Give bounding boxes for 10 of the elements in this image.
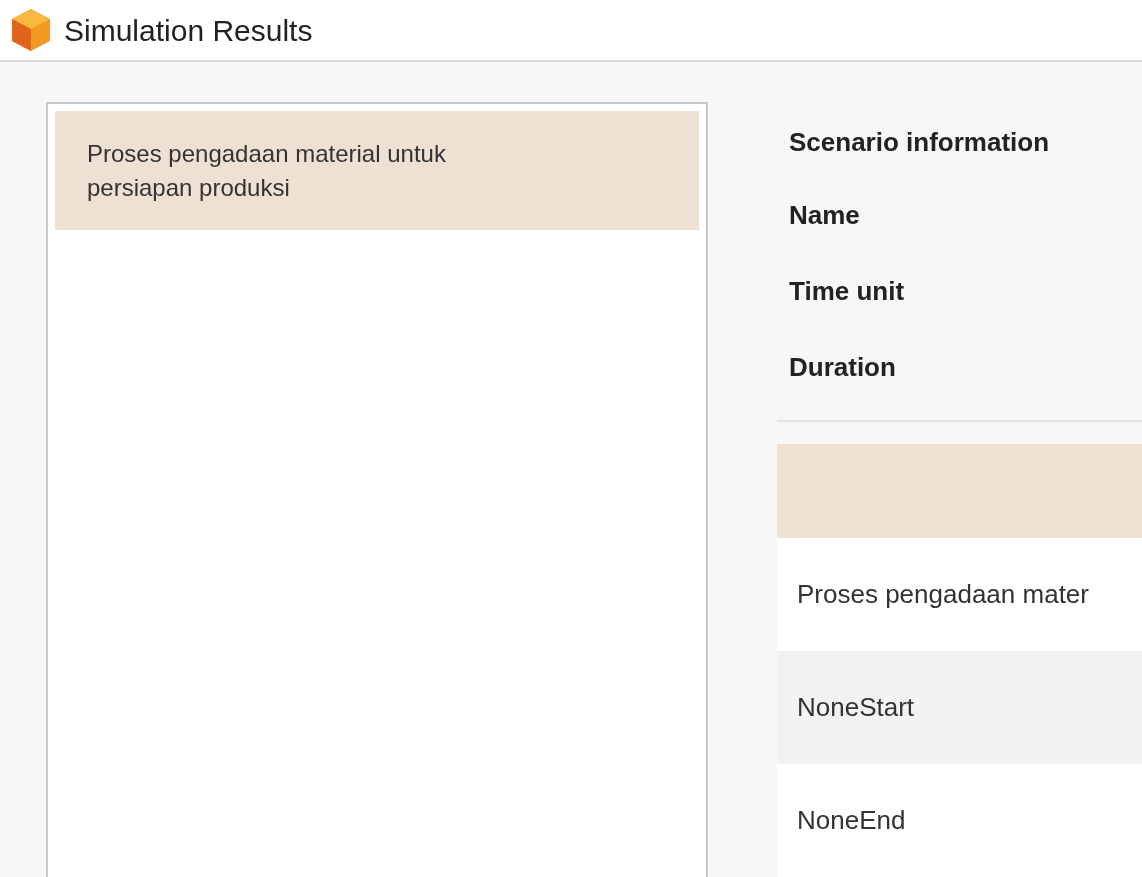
scenario-list-item[interactable]: Proses pengadaan material untuk persiapan produksi <box>55 111 699 230</box>
table-row[interactable]: Proses pengadaan mater <box>777 538 1142 651</box>
table-cell-text: NoneStart <box>797 691 915 724</box>
table-row[interactable]: NoneStart <box>777 651 1142 764</box>
table-row[interactable]: NoneEnd <box>777 764 1142 877</box>
window-title: Simulation Results <box>64 12 313 49</box>
table-cell-text: Proses pengadaan mater <box>797 578 1089 611</box>
table-cell-text: NoneEnd <box>797 804 906 837</box>
app-logo-icon <box>10 7 52 53</box>
section-heading: Scenario information <box>788 126 1051 159</box>
